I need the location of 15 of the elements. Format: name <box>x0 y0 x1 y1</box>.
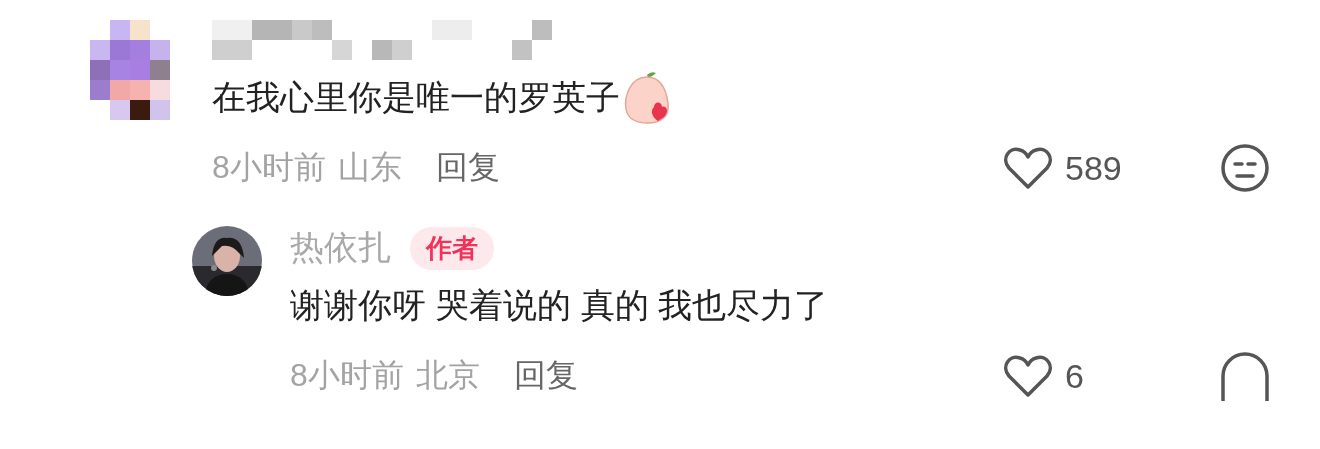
comment-location: 北京 <box>415 356 480 395</box>
heart-icon <box>1003 146 1053 190</box>
neutral-face-icon[interactable] <box>1220 143 1270 193</box>
author-badge: 作者 <box>410 226 494 270</box>
like-button[interactable]: 589 <box>1003 146 1138 190</box>
like-button[interactable]: 6 <box>1003 354 1138 398</box>
heart-icon <box>1003 354 1053 398</box>
comment-time: 8小时前 <box>290 356 404 395</box>
comment-location: 山东 <box>337 148 402 187</box>
comment-text: 谢谢你呀 哭着说的 真的 我也尽力了 <box>290 285 829 326</box>
arch-icon[interactable] <box>1220 351 1270 401</box>
comment-text: 在我心里你是唯一的罗英子 <box>212 77 620 118</box>
comment-time: 8小时前 <box>212 148 326 187</box>
reply-button[interactable]: 回复 <box>513 354 578 398</box>
reply-button[interactable]: 回复 <box>435 146 500 190</box>
